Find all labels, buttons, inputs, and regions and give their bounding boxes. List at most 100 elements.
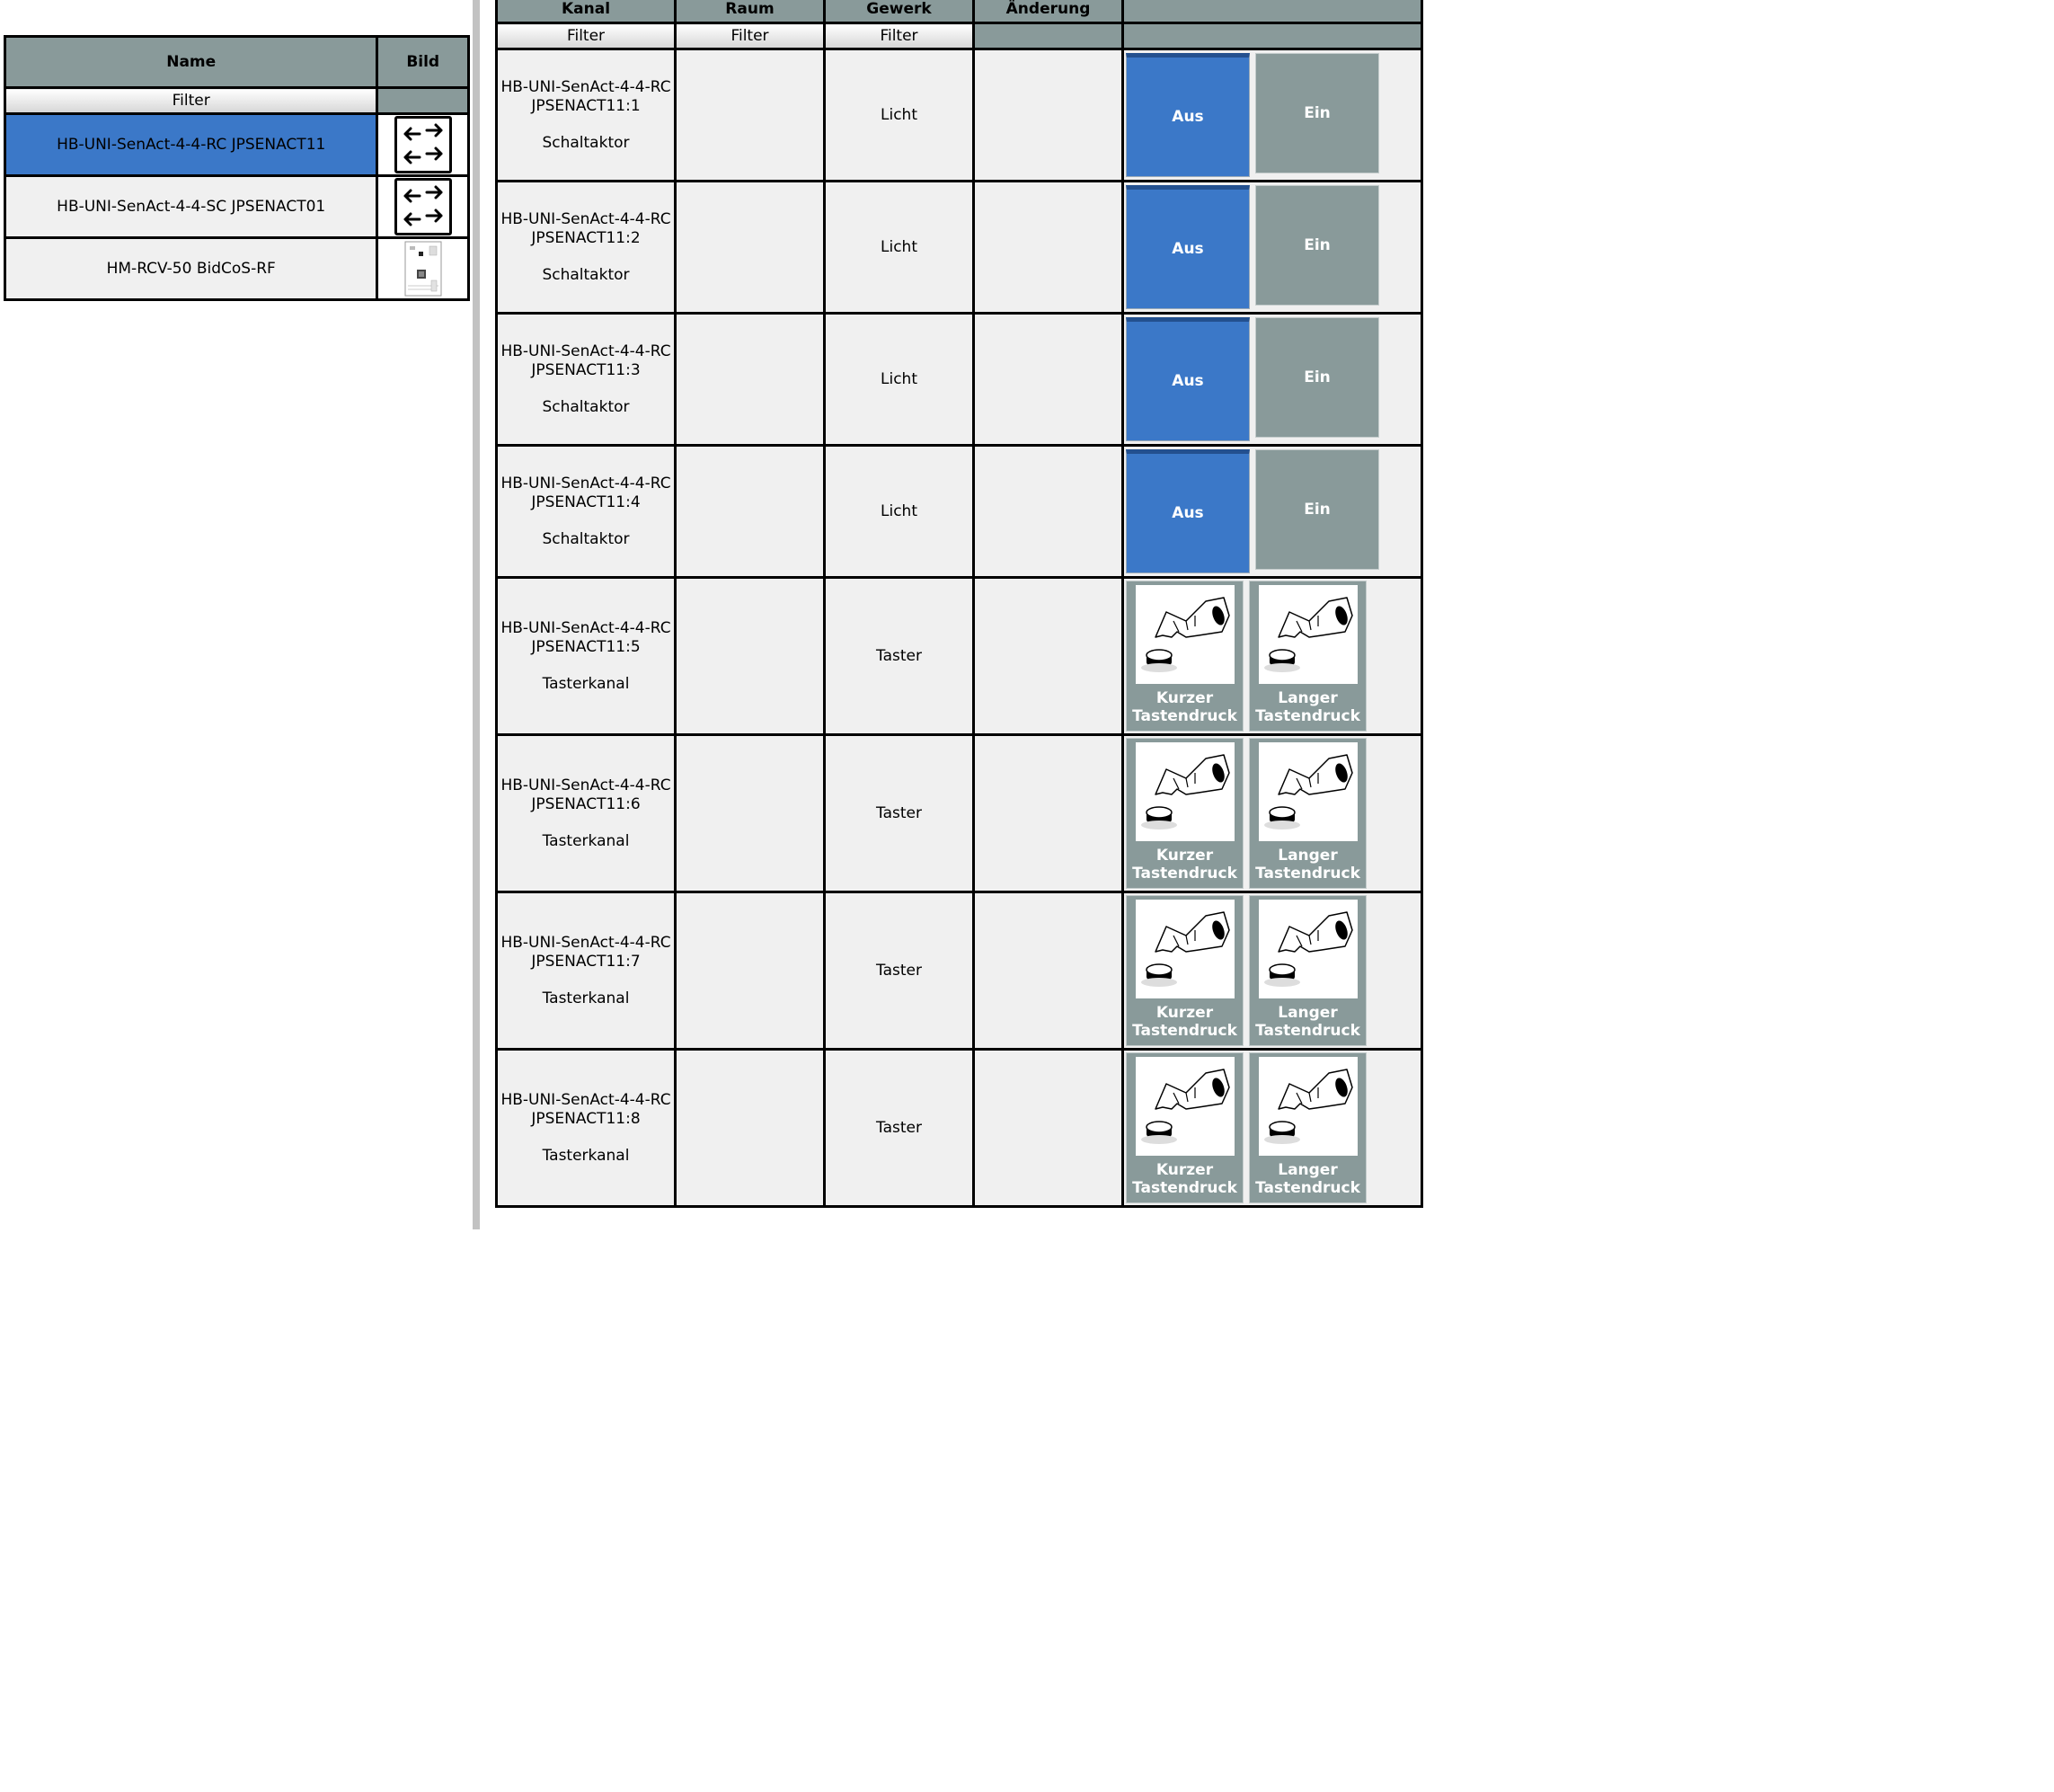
channel-name: HB-UNI-SenAct-4-4-RC [500,618,671,637]
long-press-label-2: Tastendruck [1255,1022,1360,1040]
channel-type: Schaltaktor [542,265,630,284]
room-cell [674,180,826,315]
function-cell: Taster [823,733,975,893]
channel-table: Kanal Raum Gewerk Änderung Filter Filter… [495,0,1423,1208]
button-press-icon [1258,585,1358,684]
column-header-image[interactable]: Bild [376,35,470,89]
long-press-label-1: Langer [1278,1161,1338,1179]
change-cell [972,733,1124,893]
channel-row[interactable]: HB-UNI-SenAct-4-4-RC JPSENACT11:3 Schaltak… [495,312,1423,447]
channel-cell: HB-UNI-SenAct-4-4-RC JPSENACT11:8 Tasterka… [495,1048,677,1208]
column-header-room[interactable]: Raum [674,0,826,24]
arrows-icon [394,178,452,235]
channel-filter[interactable]: Filter [495,22,677,50]
room-filter[interactable]: Filter [674,22,826,50]
channel-name: HB-UNI-SenAct-4-4-RC [500,933,671,952]
room-cell [674,576,826,736]
long-press-label-2: Tastendruck [1255,707,1360,725]
long-press-button[interactable]: Langer Tastendruck [1249,895,1367,1046]
channel-address: JPSENACT11:6 [531,794,641,813]
channel-type: Schaltaktor [542,397,630,416]
off-button[interactable]: Aus [1126,449,1250,573]
device-name[interactable]: HB-UNI-SenAct-4-4-SC JPSENACT01 [3,174,379,239]
channel-row[interactable]: HB-UNI-SenAct-4-4-RC JPSENACT11:2 Schaltak… [495,180,1423,315]
room-cell [674,312,826,447]
control-cell: Aus Ein [1121,48,1423,182]
channel-type: Tasterkanal [542,989,630,1007]
channel-row[interactable]: HB-UNI-SenAct-4-4-RC JPSENACT11:4 Schaltak… [495,444,1423,579]
on-button[interactable]: Ein [1255,317,1379,438]
channel-name: HB-UNI-SenAct-4-4-RC [500,342,671,360]
device-image-cell [376,174,470,239]
channel-type: Tasterkanal [542,1146,630,1165]
column-header-name[interactable]: Name [3,35,379,89]
short-press-button[interactable]: Kurzer Tastendruck [1126,1052,1244,1203]
long-press-button[interactable]: Langer Tastendruck [1249,581,1367,732]
long-press-button[interactable]: Langer Tastendruck [1249,1052,1367,1203]
change-cell [972,1048,1124,1208]
channel-address: JPSENACT11:3 [531,360,641,379]
on-button[interactable]: Ein [1255,185,1379,306]
control-cell: Kurzer Tastendruck Langer Tastendruck [1121,733,1423,893]
device-image-cell [376,236,470,301]
channel-address: JPSENACT11:1 [531,96,641,115]
short-press-label-1: Kurzer [1155,1161,1214,1179]
channel-row[interactable]: HB-UNI-SenAct-4-4-RC JPSENACT11:6 Tasterka… [495,733,1423,893]
short-press-button[interactable]: Kurzer Tastendruck [1126,581,1244,732]
short-press-label-2: Tastendruck [1132,865,1237,883]
off-button[interactable]: Aus [1126,53,1250,177]
panel-splitter[interactable] [473,0,480,1229]
channel-cell: HB-UNI-SenAct-4-4-RC JPSENACT11:7 Tasterka… [495,891,677,1051]
column-header-function[interactable]: Gewerk [823,0,975,24]
long-press-button[interactable]: Langer Tastendruck [1249,738,1367,889]
channel-row[interactable]: HB-UNI-SenAct-4-4-RC JPSENACT11:8 Tasterka… [495,1048,1423,1208]
channel-name: HB-UNI-SenAct-4-4-RC [500,1090,671,1109]
device-row[interactable]: HM-RCV-50 BidCoS-RF [3,236,470,301]
function-cell: Licht [823,444,975,579]
button-press-icon [1258,1057,1358,1156]
channel-address: JPSENACT11:5 [531,637,641,656]
button-press-icon [1135,742,1235,841]
off-button[interactable]: Aus [1126,317,1250,441]
short-press-button[interactable]: Kurzer Tastendruck [1126,895,1244,1046]
function-cell: Taster [823,1048,975,1208]
change-cell [972,180,1124,315]
button-press-icon [1135,1057,1235,1156]
channel-cell: HB-UNI-SenAct-4-4-RC JPSENACT11:1 Schaltak… [495,48,677,182]
column-header-channel[interactable]: Kanal [495,0,677,24]
control-cell: Kurzer Tastendruck Langer Tastendruck [1121,1048,1423,1208]
device-name[interactable]: HM-RCV-50 BidCoS-RF [3,236,379,301]
device-row[interactable]: HB-UNI-SenAct-4-4-RC JPSENACT11 [3,112,470,177]
short-press-label-2: Tastendruck [1132,1179,1237,1197]
off-button[interactable]: Aus [1126,185,1250,309]
button-press-icon [1135,900,1235,998]
button-press-icon [1258,742,1358,841]
channel-type: Tasterkanal [542,674,630,693]
channel-row[interactable]: HB-UNI-SenAct-4-4-RC JPSENACT11:1 Schaltak… [495,48,1423,182]
channel-cell: HB-UNI-SenAct-4-4-RC JPSENACT11:6 Tasterka… [495,733,677,893]
change-cell [972,444,1124,579]
image-filter-empty [376,86,470,115]
name-filter[interactable]: Filter [3,86,379,115]
function-cell: Licht [823,312,975,447]
channel-address: JPSENACT11:7 [531,952,641,971]
short-press-label-1: Kurzer [1155,1004,1214,1022]
long-press-label-1: Langer [1278,689,1338,707]
channel-row[interactable]: HB-UNI-SenAct-4-4-RC JPSENACT11:7 Tasterka… [495,891,1423,1051]
column-header-control [1121,0,1423,24]
control-cell: Kurzer Tastendruck Langer Tastendruck [1121,891,1423,1051]
on-button[interactable]: Ein [1255,449,1379,570]
function-filter[interactable]: Filter [823,22,975,50]
change-cell [972,48,1124,182]
control-cell: Aus Ein [1121,312,1423,447]
device-name[interactable]: HB-UNI-SenAct-4-4-RC JPSENACT11 [3,112,379,177]
channel-cell: HB-UNI-SenAct-4-4-RC JPSENACT11:2 Schaltak… [495,180,677,315]
on-button[interactable]: Ein [1255,53,1379,173]
channel-row[interactable]: HB-UNI-SenAct-4-4-RC JPSENACT11:5 Tasterka… [495,576,1423,736]
control-cell: Aus Ein [1121,444,1423,579]
channel-address: JPSENACT11:4 [531,492,641,511]
short-press-button[interactable]: Kurzer Tastendruck [1126,738,1244,889]
long-press-label-1: Langer [1278,847,1338,865]
column-header-change[interactable]: Änderung [972,0,1124,24]
device-row[interactable]: HB-UNI-SenAct-4-4-SC JPSENACT01 [3,174,470,239]
